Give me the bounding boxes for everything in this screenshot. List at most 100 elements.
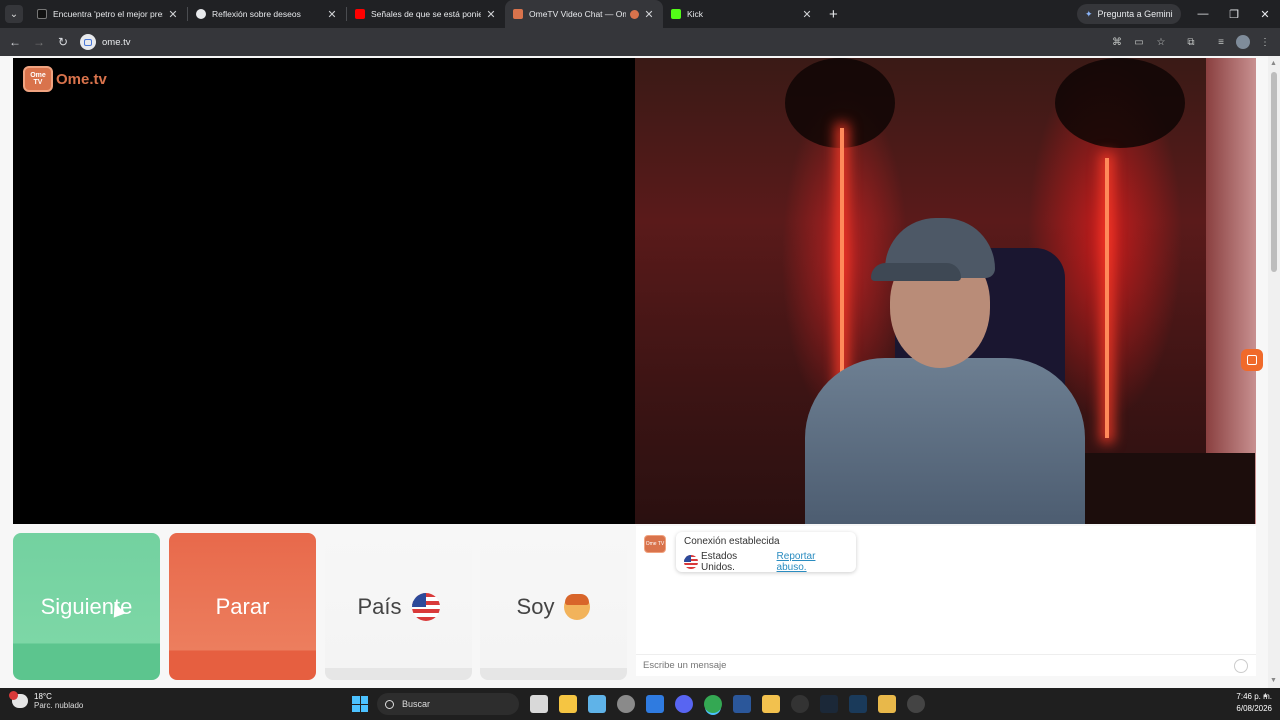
stop-button[interactable]: Parar <box>169 533 316 680</box>
bookmark-star-icon[interactable]: ☆ <box>1154 35 1168 49</box>
chrome-icon[interactable] <box>704 695 722 713</box>
logo-text: Ome.tv <box>56 70 107 88</box>
tab-title: Señales de que se está poniend <box>371 9 481 19</box>
boy-face-icon <box>564 593 591 620</box>
lamp-right <box>1105 158 1109 438</box>
us-flag-icon <box>684 555 698 569</box>
reload-icon[interactable]: ↻ <box>51 30 75 54</box>
ometv-logo[interactable]: Ome TV Ome.tv <box>23 66 107 92</box>
recording-icon <box>630 9 639 19</box>
cloud-icon <box>9 691 28 708</box>
tab-1[interactable]: Encuentra 'petro el mejor presi ✕ <box>29 0 187 28</box>
cap-brim <box>871 263 961 281</box>
address-bar: ← → ↻ ome.tv ⌘ ▭ ☆ ⧉ ≡ ⋮ <box>0 28 1280 56</box>
scroll-thumb[interactable] <box>1271 72 1277 272</box>
tab-5[interactable]: Kick ✕ <box>663 0 821 28</box>
close-icon[interactable]: ✕ <box>485 8 497 21</box>
ometv-chat-icon: Ome TV <box>644 535 666 553</box>
maximize-icon[interactable]: ❐ <box>1219 0 1249 28</box>
gender-button[interactable]: Soy <box>480 533 627 680</box>
close-icon[interactable]: ✕ <box>326 8 338 21</box>
tab-title: Encuentra 'petro el mejor presi <box>53 9 163 19</box>
discord-icon[interactable] <box>675 695 693 713</box>
url-text: ome.tv <box>102 36 131 48</box>
tab-search-button[interactable]: ⌄ <box>5 5 23 23</box>
tab-2[interactable]: Reflexión sobre deseos ✕ <box>188 0 346 28</box>
weather-widget[interactable]: 18°C Parc. nublado <box>9 691 84 710</box>
self-video <box>635 58 1256 524</box>
extensions-icon[interactable]: ⧉ <box>1184 35 1198 49</box>
tab-title: Kick <box>687 9 704 19</box>
scrollbar[interactable]: ▲ ▼ <box>1268 56 1280 688</box>
gemini-button[interactable]: ✦ Pregunta a Gemini <box>1077 4 1181 24</box>
chat-panel: Ome TV Conexión establecida Estados Unid… <box>636 526 1256 676</box>
palm-right <box>1055 58 1185 148</box>
temperature: 18°C <box>34 692 52 701</box>
tiktok-icon <box>37 9 47 19</box>
cast-icon[interactable]: ▭ <box>1132 35 1146 49</box>
tray-overflow-icon[interactable]: ▲ <box>1262 692 1269 699</box>
forward-icon[interactable]: → <box>27 30 51 54</box>
screenshot-button[interactable] <box>1241 349 1263 371</box>
emoji-icon[interactable] <box>1234 659 1248 673</box>
word-icon[interactable] <box>733 695 751 713</box>
store-icon[interactable] <box>559 695 577 713</box>
search-label: Buscar <box>402 699 431 709</box>
url-field[interactable]: ome.tv <box>80 32 1090 52</box>
country-text: Estados Unidos. <box>701 551 738 573</box>
gender-label: Soy <box>516 593 555 619</box>
new-tab-button[interactable]: + <box>829 6 838 23</box>
scroll-down-icon[interactable]: ▼ <box>1270 677 1277 684</box>
country-button[interactable]: País <box>325 533 472 680</box>
back-icon[interactable]: ← <box>3 30 27 54</box>
more-menu-icon[interactable]: ⋮ <box>1258 35 1272 49</box>
tab-3[interactable]: Señales de que se está poniend ✕ <box>347 0 505 28</box>
stranger-video: Ome TV Ome.tv <box>13 58 635 524</box>
country-label: País <box>357 593 402 619</box>
media-icon[interactable] <box>907 695 925 713</box>
ometv-icon <box>513 9 523 19</box>
weather-desc: Parc. nublado <box>34 701 84 710</box>
defender-icon[interactable] <box>646 695 664 713</box>
system-message: Conexión establecida Estados Unidos. Rep… <box>676 532 856 573</box>
photos-icon[interactable] <box>588 695 606 713</box>
ometv-page: Ome TV Ome.tv Siguiente Parar País Soy O… <box>0 56 1280 688</box>
taskbar-search[interactable]: Buscar <box>377 693 519 715</box>
report-abuse-link[interactable]: Reportar abuso. <box>777 551 848 573</box>
message-input[interactable] <box>636 654 1256 676</box>
scroll-up-icon[interactable]: ▲ <box>1270 60 1277 67</box>
tab-title: OmeTV Video Chat — Ome <box>529 9 626 19</box>
close-icon[interactable]: ✕ <box>167 8 179 21</box>
taskbar: 18°C Parc. nublado Buscar 7:46 p. m. 6/0… <box>0 688 1280 720</box>
connection-status: Conexión establecida <box>684 536 780 547</box>
close-icon[interactable]: ✕ <box>643 8 655 21</box>
kick-icon <box>671 9 681 19</box>
folder-icon[interactable] <box>762 695 780 713</box>
tab-4-active[interactable]: OmeTV Video Chat — Ome ✕ <box>505 0 663 28</box>
person-body <box>805 358 1085 524</box>
close-icon[interactable]: ✕ <box>801 8 813 21</box>
notes-icon[interactable] <box>878 695 896 713</box>
translate-icon[interactable]: ⌘ <box>1110 35 1124 49</box>
gemini-icon: ✦ <box>1085 8 1093 19</box>
stop-label: Parar <box>215 593 270 619</box>
search-icon <box>385 699 394 709</box>
steam-icon[interactable] <box>820 695 838 713</box>
us-flag-icon <box>411 592 440 621</box>
windows-start-icon[interactable] <box>352 696 368 712</box>
logo-badge: Ome TV <box>23 66 53 92</box>
profile-avatar[interactable] <box>1236 35 1250 49</box>
site-info-icon[interactable] <box>80 34 96 50</box>
tab-title: Reflexión sobre deseos <box>212 9 301 19</box>
next-button[interactable]: Siguiente <box>13 533 160 680</box>
settings-icon[interactable] <box>617 695 635 713</box>
minimize-icon[interactable]: — <box>1188 0 1218 28</box>
app-icon[interactable] <box>849 695 867 713</box>
gemini-label: Pregunta a Gemini <box>1097 9 1173 19</box>
media-control-icon[interactable]: ≡ <box>1214 35 1228 49</box>
chatgpt-icon <box>196 9 206 19</box>
task-view-icon[interactable] <box>530 695 548 713</box>
date: 6/08/2026 <box>1236 704 1272 713</box>
window-close-icon[interactable]: ✕ <box>1250 0 1280 28</box>
steam-alt-icon[interactable] <box>791 695 809 713</box>
